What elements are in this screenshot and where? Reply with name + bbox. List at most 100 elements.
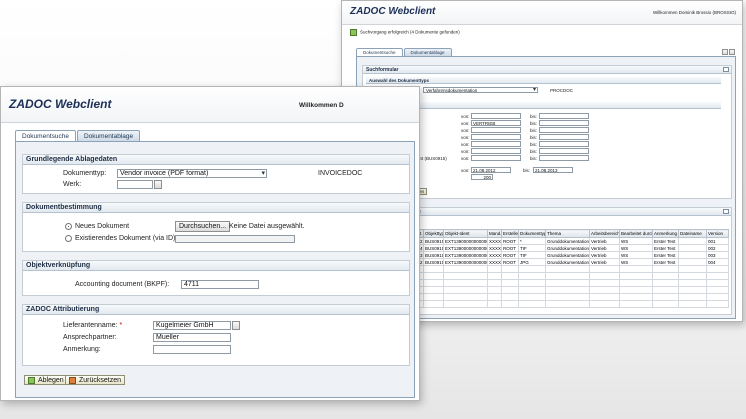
partner-input[interactable]: Mueller (153, 333, 231, 342)
document-id-input[interactable] (175, 235, 295, 243)
criteria-to-input[interactable] (539, 134, 589, 140)
grund-section: Grundlegende Ablagedaten Dokumenttyp: Ve… (22, 154, 410, 194)
column-header[interactable]: Dokumenttyp (518, 229, 546, 238)
tab-strip: Dokumentsuche Dokumentablage (356, 48, 453, 56)
column-header[interactable]: Bearbeitet durch (619, 229, 653, 238)
criteria-from-input[interactable] (471, 127, 521, 133)
app-title: ZADOC Webclient (350, 6, 436, 17)
table-row[interactable]: 02.04.2013 19:58:52 BUS0915 EXT139000000… (366, 258, 729, 266)
column-header[interactable]: Dateiname (678, 229, 707, 238)
column-header[interactable]: Ersteller (501, 229, 519, 238)
window-control-icon[interactable] (722, 49, 728, 55)
window-control-icon[interactable] (729, 49, 735, 55)
column-header[interactable]: Objekttyp (423, 229, 444, 238)
criteria-from-input[interactable] (471, 134, 521, 140)
table-cell: EXT1390000000000000 (443, 237, 488, 245)
browse-button[interactable]: Durchsuchen... (175, 221, 231, 232)
criteria-from-input[interactable]: VERTRIEB (471, 120, 521, 126)
accounting-label: Accounting document (BKPF): (75, 281, 170, 288)
column-header[interactable]: Mand. (487, 229, 502, 238)
table-cell: 002 (706, 244, 729, 252)
column-header[interactable]: Anmerkung (652, 229, 679, 238)
upload-content: Grundlegende Ablagedaten Dokumenttyp: Ve… (15, 141, 415, 398)
radio-new-document[interactable] (65, 223, 72, 230)
table-cell: WS (619, 244, 653, 252)
tab-strip: Dokumentsuche Dokumentablage (15, 130, 141, 141)
table-cell (678, 251, 707, 259)
table-row[interactable]: 02.04.2013 19:54:32 BUS0915 EXT139000000… (366, 237, 729, 245)
ablegen-button[interactable]: Ablegen (24, 375, 68, 385)
criteria-to-input[interactable] (539, 113, 589, 119)
werk-input[interactable] (117, 180, 153, 189)
criteria-to-input[interactable] (539, 127, 589, 133)
bis-label: bis: (530, 156, 538, 161)
section-title: ZADOC Attributierung (23, 305, 409, 315)
max-treffer-input[interactable]: 200 (471, 174, 493, 180)
von-label: von: (461, 135, 470, 140)
value-help-icon[interactable] (232, 321, 240, 330)
table-cell: 001 (706, 237, 729, 245)
criteria-from-input[interactable] (471, 113, 521, 119)
reset-button[interactable]: Zurücksetzen (65, 375, 126, 385)
empty-row (366, 279, 729, 287)
tab-dokumentablage[interactable]: Dokumentablage (76, 130, 141, 141)
radio-existing-document[interactable] (65, 235, 72, 242)
table-cell: JPG (518, 258, 546, 266)
criteria-from-input[interactable] (471, 148, 521, 154)
doctype-select[interactable]: Vendor invoice (PDF format) ▾ (117, 169, 267, 178)
save-icon (28, 376, 35, 384)
table-cell: Erster Test (652, 251, 679, 259)
table-cell: XXXX (487, 244, 502, 252)
doctype-code: PROCDOC (550, 88, 574, 93)
table-cell: ROOT (501, 237, 519, 245)
section-title: Dokumentbestimmung (23, 203, 409, 213)
table-cell: TIF (518, 251, 546, 259)
success-icon (350, 29, 357, 36)
table-cell: Grunddokumentation (545, 258, 590, 266)
value-help-icon[interactable] (154, 180, 162, 189)
accounting-input[interactable]: 4711 (181, 280, 259, 289)
bis-label: bis: (530, 114, 538, 119)
criteria-from-input[interactable] (471, 155, 521, 161)
table-row[interactable]: 02.04.2013 19:55:44 BUS0915 EXT139000000… (366, 244, 729, 252)
table-cell: XXXX (487, 237, 502, 245)
collapse-icon[interactable] (723, 67, 729, 72)
anmerkung-label: Anmerkung: (63, 346, 101, 353)
table-cell: BUS0915 (423, 251, 444, 259)
chevron-down-icon: ▾ (532, 87, 536, 93)
criteria-to-input[interactable] (539, 120, 589, 126)
tab-dokumentsuche[interactable]: Dokumentsuche (15, 130, 76, 141)
anmerkung-input[interactable] (153, 345, 231, 354)
table-cell: Grunddokumentation (545, 244, 590, 252)
table-cell: 004 (706, 258, 729, 266)
collapse-icon[interactable] (723, 209, 729, 214)
lieferant-input[interactable]: Kugelmeier GmbH (153, 321, 231, 330)
tab-dokumentablage[interactable]: Dokumentablage (403, 48, 452, 56)
column-header[interactable]: Objekt-Ident (443, 229, 488, 238)
table-cell: EXT1390000000000000 (443, 258, 488, 266)
table-cell: EXT1390000000000000 (443, 244, 488, 252)
criteria-to-input[interactable] (539, 155, 589, 161)
doctype-select[interactable]: Verfahrensdokumentation ▾ (423, 87, 538, 93)
table-cell: Grunddokumentation (545, 237, 590, 245)
column-header[interactable]: Arbeitsbereich (589, 229, 620, 238)
table-cell: XXXX (487, 251, 502, 259)
criteria-from-input[interactable] (471, 141, 521, 147)
von-label: von: (461, 128, 470, 133)
column-header[interactable]: Thema (545, 229, 590, 238)
ablagedatum-to-input[interactable]: 21.08.2013 (533, 167, 573, 173)
empty-row (366, 265, 729, 273)
results-table: Ablagedatum Log Zeit Objekttyp Objekt-Id… (366, 229, 729, 308)
criteria-to-input[interactable] (539, 148, 589, 154)
table-cell: XXXX (487, 258, 502, 266)
column-header[interactable]: Version (706, 229, 729, 238)
tab-dokumentsuche[interactable]: Dokumentsuche (356, 48, 403, 56)
partner-label: Ansprechpartner: (63, 334, 117, 341)
attribut-section: ZADOC Attributierung Lieferantenname: * … (22, 304, 410, 366)
table-cell: Vertrieb (589, 244, 620, 252)
doctype-label: Dokumenttyp: (63, 170, 107, 177)
table-row[interactable]: 02.04.2013 19:58:23 BUS0915 EXT139000000… (366, 251, 729, 259)
criteria-to-input[interactable] (539, 141, 589, 147)
ablagedatum-from-input[interactable]: 21.08.2012 (471, 167, 511, 173)
table-cell: Vertrieb (589, 237, 620, 245)
